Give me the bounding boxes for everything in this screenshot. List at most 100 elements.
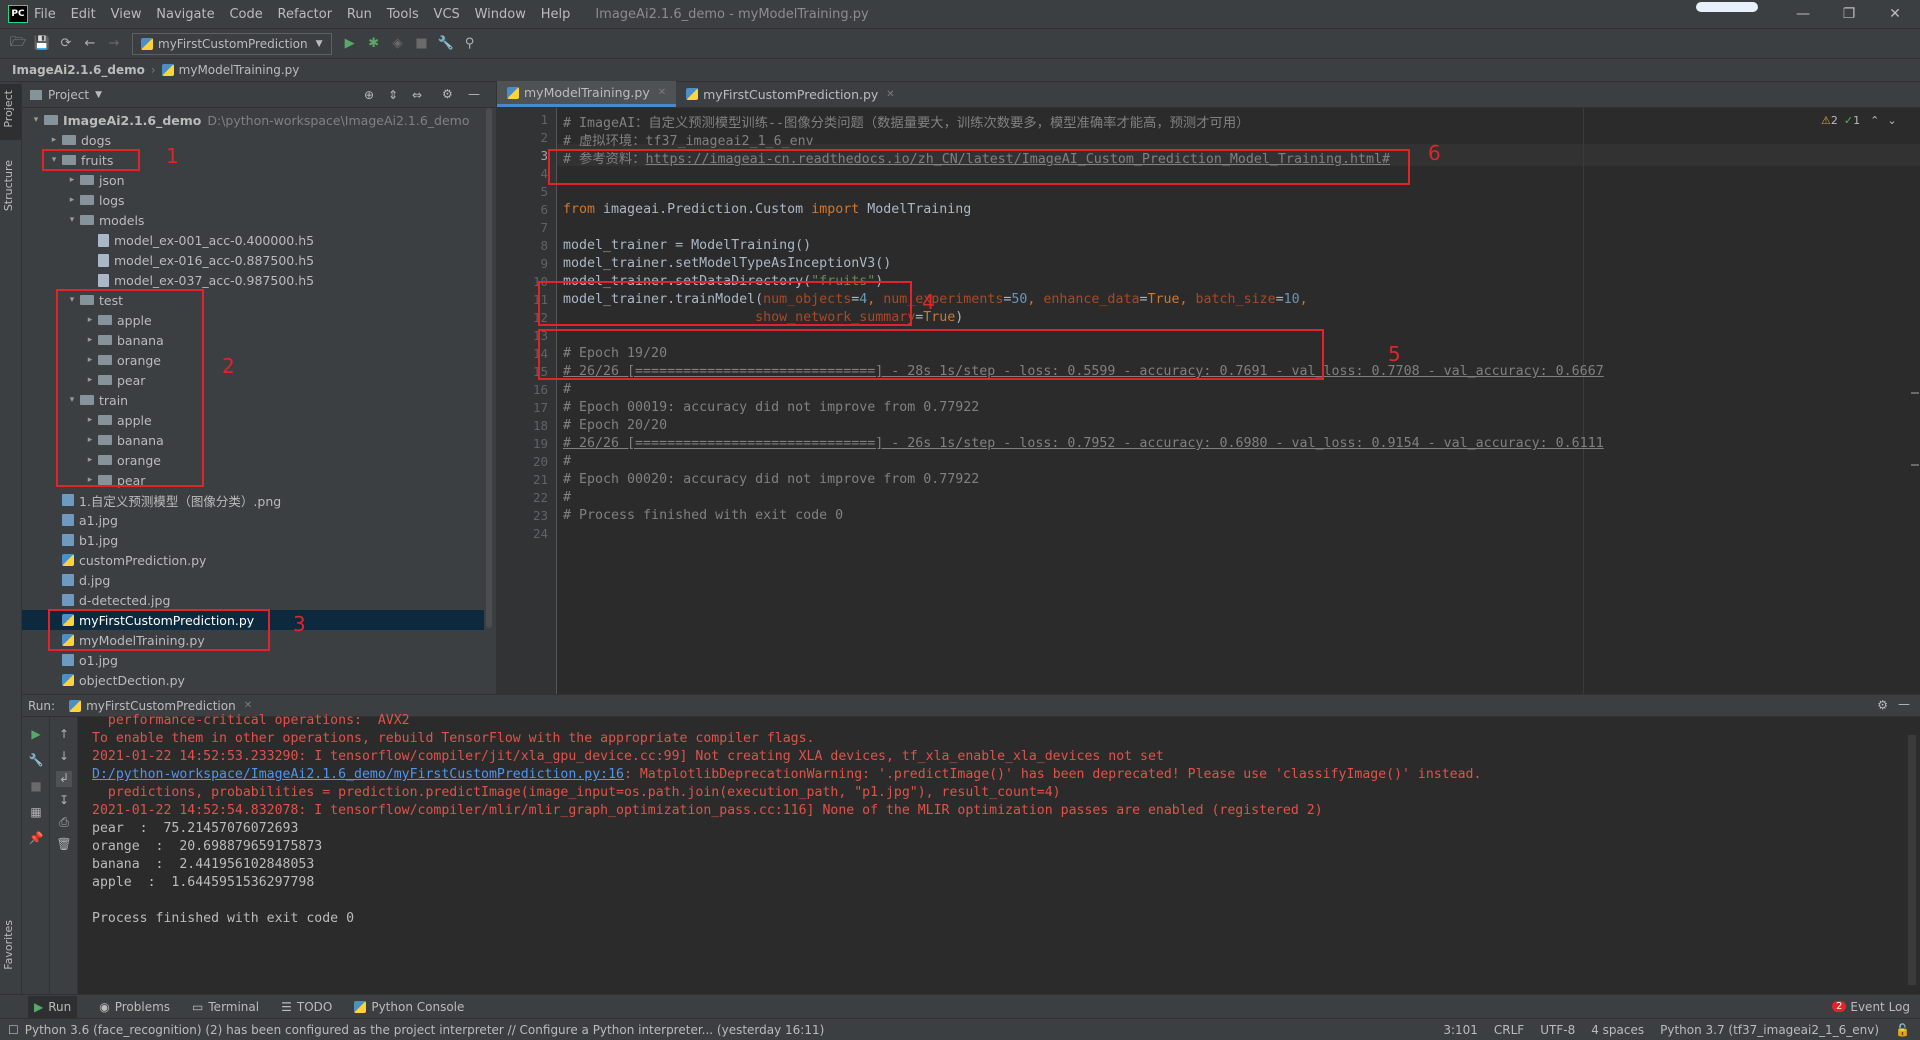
coverage-icon[interactable]: ◈	[386, 33, 410, 55]
gear-icon[interactable]: ⚙	[442, 87, 453, 101]
favorites-side-tab[interactable]: Favorites	[2, 920, 15, 970]
tree-item[interactable]: o1.jpg	[22, 650, 484, 670]
structure-side-tab[interactable]: Structure	[2, 160, 15, 211]
hide-panel-icon[interactable]: —	[468, 87, 480, 101]
trash-icon[interactable]: 🗑	[56, 837, 72, 853]
tree-item[interactable]: b1.jpg	[22, 530, 484, 550]
breadcrumb-file[interactable]: myModelTraining.py	[179, 63, 300, 77]
python-interpreter[interactable]: Python 3.7 (tf37_imageai2_1_6_env)	[1660, 1023, 1879, 1037]
forward-arrow-icon[interactable]: →	[102, 33, 126, 55]
hide-panel-icon[interactable]: —	[1898, 697, 1910, 711]
tree-item-label: b1.jpg	[79, 532, 119, 548]
tool-tab-label: Problems	[114, 999, 171, 1014]
soft-wrap-icon[interactable]: ↲	[56, 771, 72, 787]
menu-navigate[interactable]: Navigate	[156, 7, 214, 22]
collapse-all-icon[interactable]: ⇔	[412, 88, 422, 102]
menu-help[interactable]: Help	[541, 7, 571, 22]
tree-item[interactable]: ▸ dogs	[22, 130, 484, 150]
project-view-select[interactable]: Project	[48, 88, 89, 102]
down-arrow-icon[interactable]: ↓	[56, 749, 72, 765]
back-arrow-icon[interactable]: ←	[78, 33, 102, 55]
caret-position[interactable]: 3:101	[1443, 1023, 1478, 1037]
status-message[interactable]: Python 3.6 (face_recognition) (2) has be…	[25, 1023, 825, 1037]
wrench-icon[interactable]: 🔧	[28, 753, 44, 769]
menu-tools[interactable]: Tools	[387, 7, 419, 22]
chevron-right-icon[interactable]: ▸	[64, 195, 80, 205]
tree-item[interactable]: customPrediction.py	[22, 550, 484, 570]
run-icon[interactable]: ▶	[338, 33, 362, 55]
chevron-right-icon[interactable]: ▸	[64, 175, 80, 185]
close-icon[interactable]: ✕	[1872, 0, 1918, 28]
gear-icon[interactable]: ⚙	[1877, 698, 1888, 712]
run-tab-label[interactable]: myFirstCustomPrediction	[86, 699, 236, 713]
code-line-8: model_trainer = ModelTraining()	[563, 238, 812, 253]
scroll-to-end-icon[interactable]: ↧	[56, 793, 72, 809]
menu-refactor[interactable]: Refactor	[278, 7, 333, 22]
up-arrow-icon[interactable]: ↑	[56, 727, 72, 743]
tool-tab-python-console[interactable]: Python Console	[354, 1000, 464, 1014]
run-configuration-select[interactable]: myFirstCustomPrediction ▼	[132, 32, 332, 55]
tree-item[interactable]: objectDection.py	[22, 670, 484, 690]
tool-tab-run[interactable]: ▶ Run	[28, 995, 78, 1018]
menu-edit[interactable]: Edit	[71, 7, 96, 22]
tree-item[interactable]: ▾ ImageAi2.1.6_demo D:\python-workspace\Im…	[22, 110, 484, 130]
tree-item[interactable]: ▸ json	[22, 170, 484, 190]
tree-item[interactable]: ▸ logs	[22, 190, 484, 210]
close-tab-icon[interactable]: ✕	[886, 89, 894, 100]
menu-code[interactable]: Code	[229, 7, 262, 22]
rerun-icon[interactable]: ▶	[28, 727, 44, 743]
menu-view[interactable]: View	[111, 7, 142, 22]
open-folder-icon[interactable]: 🗁	[6, 33, 30, 55]
debug-icon[interactable]: ✱	[362, 33, 386, 55]
indent-setting[interactable]: 4 spaces	[1591, 1023, 1644, 1037]
event-log-button[interactable]: 2 Event Log	[1832, 1000, 1910, 1014]
tree-item[interactable]: d.jpg	[22, 570, 484, 590]
tree-scrollbar[interactable]	[486, 108, 492, 628]
breadcrumb: ImageAi2.1.6_demo › myModelTraining.py	[0, 58, 1920, 82]
menu-vcs[interactable]: VCS	[434, 7, 460, 22]
save-icon[interactable]: 💾	[30, 33, 54, 55]
file-encoding[interactable]: UTF-8	[1540, 1023, 1575, 1037]
tool-tab-todo[interactable]: ☰ TODO	[281, 1000, 332, 1014]
tree-item[interactable]: a1.jpg	[22, 510, 484, 530]
close-tab-icon[interactable]: ✕	[658, 87, 666, 98]
layout-icon[interactable]: ▦	[28, 805, 44, 821]
breadcrumb-project[interactable]: ImageAi2.1.6_demo	[12, 63, 145, 77]
tree-item[interactable]: model_ex-016_acc-0.887500.h5	[22, 250, 484, 270]
expand-all-icon[interactable]: ⇕	[388, 88, 398, 102]
chevron-down-icon[interactable]: ▾	[64, 215, 80, 225]
minimize-icon[interactable]: —	[1780, 0, 1826, 28]
pin-icon[interactable]: 📌	[28, 831, 44, 847]
chevron-right-icon[interactable]: ▸	[46, 135, 62, 145]
console-scrollbar[interactable]	[1908, 735, 1916, 985]
tree-item[interactable]: d-detected.jpg	[22, 590, 484, 610]
line-separator[interactable]: CRLF	[1494, 1023, 1524, 1037]
print-icon[interactable]: ⎙	[56, 815, 72, 831]
close-tab-icon[interactable]: ✕	[244, 700, 252, 711]
restore-icon[interactable]: ❐	[1826, 0, 1872, 28]
project-side-tab[interactable]: Project	[2, 90, 15, 128]
wrench-icon[interactable]: 🔧	[434, 33, 458, 55]
menu-window[interactable]: Window	[475, 7, 526, 22]
tool-tab-problems[interactable]: ◉ Problems	[99, 1000, 170, 1014]
tool-tab-terminal[interactable]: ▭ Terminal	[192, 1000, 259, 1014]
tab-mymodeltraining[interactable]: myModelTraining.py ✕	[497, 81, 677, 107]
code-line-6: from imageai.Prediction.Custom import Mo…	[563, 202, 971, 217]
tree-item[interactable]: ▾ models	[22, 210, 484, 230]
tree-item[interactable]: 1.自定义预测模型（图像分类）.png	[22, 490, 484, 510]
tree-item[interactable]: model_ex-037_acc-0.987500.h5	[22, 270, 484, 290]
locate-icon[interactable]: ⊕	[364, 88, 374, 102]
stop-icon[interactable]: ■	[410, 33, 434, 55]
lock-icon[interactable]: 🔓	[1895, 1023, 1910, 1037]
search-icon[interactable]: ⚲	[458, 33, 482, 55]
sync-icon[interactable]: ⟳	[54, 33, 78, 55]
console-line: apple : 1.6445951536297798	[92, 875, 315, 890]
chevron-down-icon[interactable]: ▼	[95, 90, 102, 100]
menu-file[interactable]: File	[34, 7, 56, 22]
console-file-link[interactable]: D:/python-workspace/ImageAi2.1.6_demo/my…	[92, 767, 624, 782]
chevron-down-icon[interactable]: ▾	[28, 115, 44, 125]
tab-myfirstcustomprediction[interactable]: myFirstCustomPrediction.py ✕	[676, 81, 905, 107]
menu-run[interactable]: Run	[347, 7, 372, 22]
stop-icon[interactable]: ■	[28, 779, 44, 795]
tree-item[interactable]: model_ex-001_acc-0.400000.h5	[22, 230, 484, 250]
